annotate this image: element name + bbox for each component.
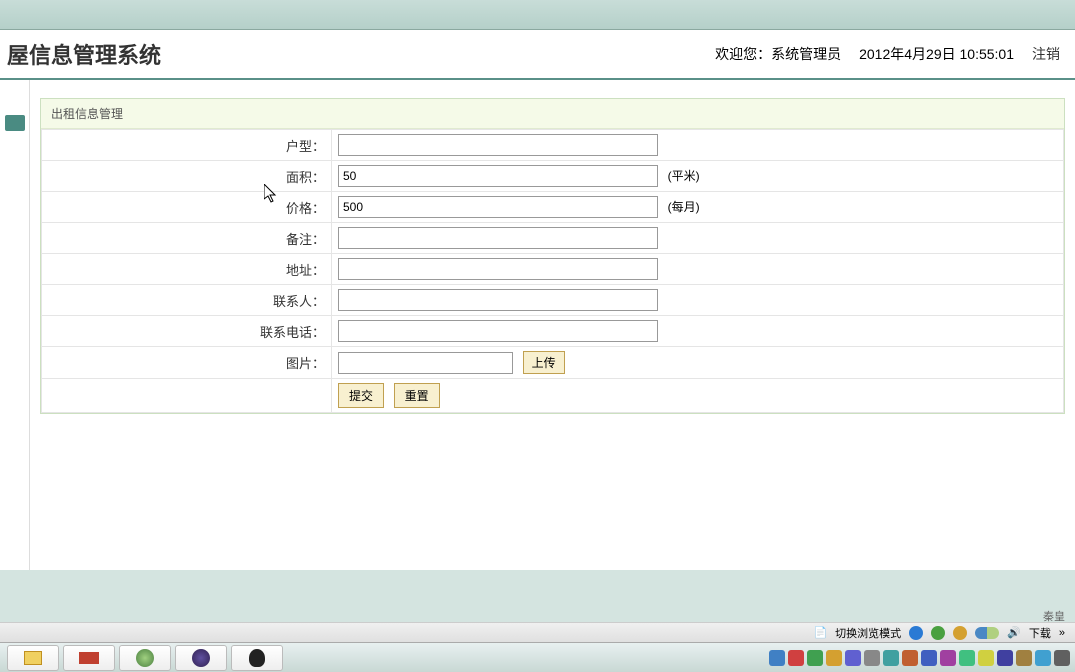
toggle-icon[interactable] [975, 627, 999, 639]
browser-statusbar: 📄 切换浏览模式 🔊 下载 » [0, 622, 1075, 642]
label-price: 价格： [42, 192, 332, 223]
tray-icon-14[interactable] [1016, 650, 1032, 666]
app-title: 屋信息管理系统 [7, 38, 161, 70]
label-phone: 联系电话： [42, 316, 332, 347]
reset-button[interactable]: 重置 [394, 383, 440, 408]
datetime-text: 2012年4月29日 10:55:01 [859, 44, 1014, 64]
tray-icon-7[interactable] [883, 650, 899, 666]
tray-icon-5[interactable] [845, 650, 861, 666]
tray-icon-15[interactable] [1035, 650, 1051, 666]
tray-icon-2[interactable] [788, 650, 804, 666]
main-area: 出租信息管理 户型： 面积： (平米) 价格： [0, 80, 1075, 570]
label-area: 面积： [42, 161, 332, 192]
tray-icon-8[interactable] [902, 650, 918, 666]
label-address: 地址： [42, 254, 332, 285]
tray-icon-12[interactable] [978, 650, 994, 666]
app-header: 屋信息管理系统 欢迎您：系统管理员 2012年4月29日 10:55:01 注销 [0, 30, 1075, 80]
eclipse-icon [192, 649, 210, 667]
tray-icon-4[interactable] [826, 650, 842, 666]
ie-icon[interactable] [909, 626, 923, 640]
mode-switch-text[interactable]: 切换浏览模式 [835, 625, 901, 641]
taskbar [0, 642, 1075, 672]
label-image: 图片： [42, 347, 332, 379]
tray-icon-3[interactable] [807, 650, 823, 666]
toolbox-icon [79, 652, 99, 664]
task-explorer[interactable] [7, 645, 59, 671]
input-house-type[interactable] [338, 134, 658, 156]
input-phone[interactable] [338, 320, 658, 342]
task-eclipse[interactable] [175, 645, 227, 671]
upload-button[interactable]: 上传 [523, 351, 565, 374]
system-tray [769, 650, 1070, 666]
sidebar-toggle-icon[interactable] [5, 115, 25, 131]
panel-title: 出租信息管理 [41, 99, 1064, 129]
sun-icon[interactable] [953, 626, 967, 640]
tray-icon-10[interactable] [940, 650, 956, 666]
header-right: 欢迎您：系统管理员 2012年4月29日 10:55:01 注销 [715, 44, 1060, 64]
browser-toolbar [0, 0, 1075, 30]
logout-link[interactable]: 注销 [1032, 44, 1060, 64]
tray-icon-9[interactable] [921, 650, 937, 666]
welcome-text: 欢迎您：系统管理员 [715, 44, 841, 64]
globe-icon [136, 649, 154, 667]
sound-icon[interactable]: 🔊 [1007, 626, 1021, 639]
doc-icon: 📄 [813, 626, 827, 639]
input-remark[interactable] [338, 227, 658, 249]
input-price[interactable] [338, 196, 658, 218]
unit-area: (平米) [668, 169, 700, 183]
tray-icon-16[interactable] [1054, 650, 1070, 666]
label-house-type: 户型： [42, 130, 332, 161]
tray-icon-13[interactable] [997, 650, 1013, 666]
label-empty [42, 379, 332, 413]
tray-icon-1[interactable] [769, 650, 785, 666]
form-panel: 出租信息管理 户型： 面积： (平米) 价格： [40, 98, 1065, 414]
shield-icon[interactable] [931, 626, 945, 640]
content-page: 出租信息管理 户型： 面积： (平米) 价格： [30, 80, 1075, 570]
task-browser[interactable] [119, 645, 171, 671]
input-area[interactable] [338, 165, 658, 187]
folder-icon [24, 651, 42, 665]
label-remark: 备注： [42, 223, 332, 254]
task-toolbox[interactable] [63, 645, 115, 671]
input-address[interactable] [338, 258, 658, 280]
tray-icon-11[interactable] [959, 650, 975, 666]
download-text[interactable]: 下载 [1029, 625, 1051, 641]
input-image[interactable] [338, 352, 513, 374]
submit-button[interactable]: 提交 [338, 383, 384, 408]
penguin-icon [249, 649, 265, 667]
form-table: 户型： 面积： (平米) 价格： (每月) [41, 129, 1064, 413]
sidebar [0, 80, 30, 570]
tray-icon-6[interactable] [864, 650, 880, 666]
chevron-icon[interactable]: » [1059, 627, 1065, 639]
task-qq[interactable] [231, 645, 283, 671]
label-contact: 联系人： [42, 285, 332, 316]
input-contact[interactable] [338, 289, 658, 311]
unit-price: (每月) [668, 200, 700, 214]
